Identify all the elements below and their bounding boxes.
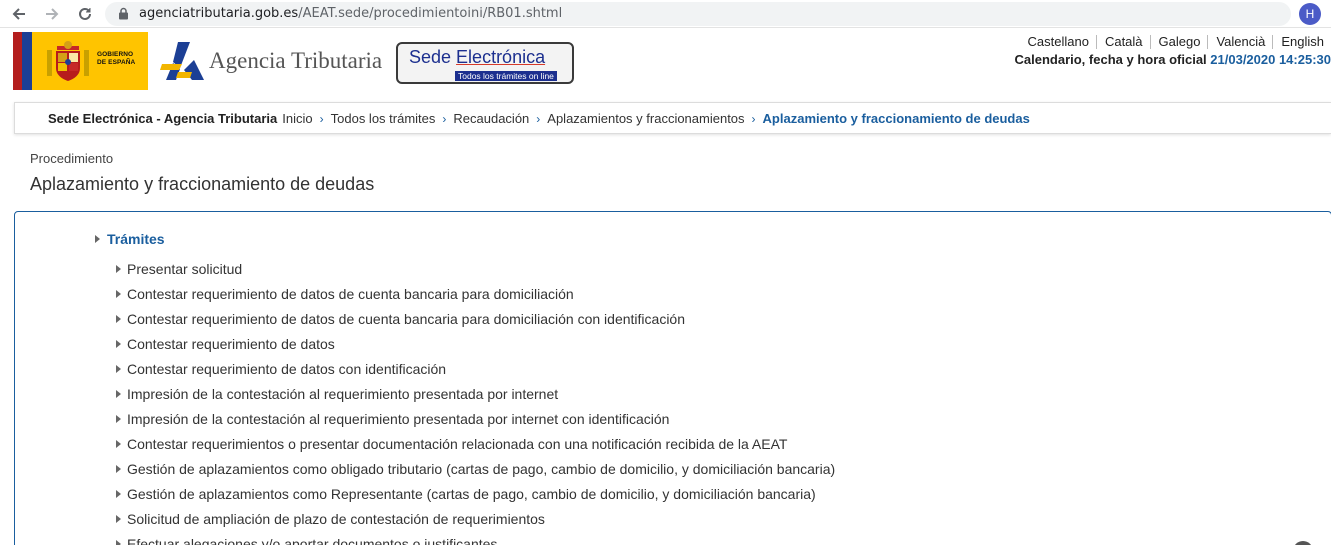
sede-electronica-logo[interactable]: Sede Electrónica Todos los trámites on l… — [396, 42, 574, 84]
tramite-label: Contestar requerimiento de datos con ide… — [127, 360, 447, 377]
profile-avatar[interactable]: H — [1299, 3, 1321, 25]
tramite-label: Contestar requerimiento de datos de cuen… — [127, 285, 574, 302]
breadcrumb: Sede Electrónica - Agencia Tributaria In… — [14, 102, 1331, 134]
agencia-tributaria-logo-icon — [160, 42, 204, 80]
sede-title-word-2: Electrónica — [456, 47, 546, 67]
tramite-label: Contestar requerimientos o presentar doc… — [127, 435, 788, 452]
breadcrumb-inicio[interactable]: Inicio — [282, 111, 312, 126]
tramite-item[interactable]: Contestar requerimiento de datos con ide… — [116, 356, 835, 381]
triangle-right-icon — [116, 364, 121, 373]
triangle-right-icon — [116, 314, 121, 323]
tramite-label: Gestión de aplazamientos como obligado t… — [127, 460, 836, 477]
tramite-label: Impresión de la contestación al requerim… — [127, 410, 670, 427]
gobierno-de-espana-logo[interactable]: GOBIERNO DE ESPAÑA — [13, 32, 148, 90]
tramites-list: Presentar solicitud Contestar requerimie… — [116, 256, 835, 545]
triangle-right-icon — [116, 414, 121, 423]
coat-of-arms-icon — [47, 41, 89, 81]
flag-stripe-blue — [22, 32, 32, 90]
lang-valencia[interactable]: Valencià — [1207, 35, 1272, 49]
forward-arrow-icon — [46, 8, 59, 20]
triangle-right-icon — [116, 464, 121, 473]
gobierno-text: GOBIERNO DE ESPAÑA — [97, 51, 136, 66]
language-selector: Castellano Català Galego Valencià Englis… — [1020, 35, 1331, 49]
url-text: agenciatributaria.gob.es/AEAT.sede/proce… — [139, 6, 562, 21]
triangle-right-icon — [116, 339, 121, 348]
breadcrumb-chevron-icon: › — [319, 111, 324, 126]
lock-icon — [119, 7, 128, 20]
procedure-label: Procedimiento — [30, 151, 114, 166]
triangle-right-icon — [116, 514, 121, 523]
site-header: GOBIERNO DE ESPAÑA Agencia Tributaria Se… — [0, 28, 1331, 94]
breadcrumb-chevron-icon: › — [751, 111, 756, 126]
sede-subtitle: Todos los trámites on line — [455, 71, 557, 81]
tramite-item[interactable]: Impresión de la contestación al requerim… — [116, 406, 835, 431]
tramite-item[interactable]: Impresión de la contestación al requerim… — [116, 381, 835, 406]
tramite-item[interactable]: Contestar requerimiento de datos de cuen… — [116, 306, 835, 331]
tramite-item[interactable]: Presentar solicitud — [116, 256, 835, 281]
sede-title: Sede Electrónica — [409, 47, 545, 68]
agency-name[interactable]: Agencia Tributaria — [209, 48, 382, 74]
lang-castellano[interactable]: Castellano — [1020, 35, 1096, 49]
sede-title-word-1: Sede — [409, 47, 457, 67]
triangle-right-icon — [116, 264, 121, 273]
tramite-item[interactable]: Gestión de aplazamientos como Representa… — [116, 481, 835, 506]
official-datetime: 21/03/2020 14:25:30 — [1210, 52, 1331, 67]
url-path: /AEAT.sede/procedimientoini/RB01.shtml — [298, 6, 563, 21]
url-host: agenciatributaria.gob.es — [139, 6, 299, 21]
breadcrumb-chevron-icon: › — [442, 111, 447, 126]
tramites-panel: Trámites Presentar solicitud Contestar r… — [14, 211, 1331, 545]
tramite-item[interactable]: Gestión de aplazamientos como obligado t… — [116, 456, 835, 481]
lang-galego[interactable]: Galego — [1149, 35, 1208, 49]
tramite-label: Efectuar alegaciones y/o aportar documen… — [127, 535, 498, 545]
back-button[interactable] — [8, 3, 30, 25]
tramite-label: Contestar requerimiento de datos — [127, 335, 335, 352]
tramite-item[interactable]: Contestar requerimientos o presentar doc… — [116, 431, 835, 456]
back-arrow-icon — [12, 8, 25, 20]
triangle-right-icon — [116, 289, 121, 298]
tramite-item[interactable]: Efectuar alegaciones y/o aportar documen… — [116, 531, 835, 545]
reload-button[interactable] — [74, 3, 96, 25]
breadcrumb-chevron-icon: › — [536, 111, 541, 126]
breadcrumb-site: Sede Electrónica - Agencia Tributaria — [48, 111, 278, 126]
tramite-label: Presentar solicitud — [127, 260, 243, 277]
calendar-label: Calendario, fecha y hora oficial — [1014, 52, 1211, 67]
breadcrumb-recaudacion[interactable]: Recaudación — [453, 111, 529, 126]
triangle-right-icon — [116, 489, 121, 498]
triangle-right-icon — [95, 235, 100, 243]
page-title: Aplazamiento y fraccionamiento de deudas — [30, 174, 375, 194]
address-bar[interactable]: agenciatributaria.gob.es/AEAT.sede/proce… — [105, 2, 1291, 26]
tramite-item[interactable]: Solicitud de ampliación de plazo de cont… — [116, 506, 835, 531]
tramite-label: Contestar requerimiento de datos de cuen… — [127, 310, 685, 327]
flag-stripe-red — [13, 32, 22, 90]
browser-toolbar: agenciatributaria.gob.es/AEAT.sede/proce… — [0, 0, 1331, 28]
reload-icon — [79, 7, 91, 20]
tramite-label: Gestión de aplazamientos como Representa… — [127, 485, 816, 502]
tramite-label: Solicitud de ampliación de plazo de cont… — [127, 510, 545, 527]
breadcrumb-current: Aplazamiento y fraccionamiento de deudas — [762, 111, 1030, 126]
lang-english[interactable]: English — [1272, 35, 1331, 49]
triangle-right-icon — [116, 439, 121, 448]
breadcrumb-todos-tramites[interactable]: Todos los trámites — [331, 111, 436, 126]
forward-button[interactable] — [41, 3, 63, 25]
tramites-heading: Trámites — [107, 231, 165, 247]
tramite-label: Impresión de la contestación al requerim… — [127, 385, 559, 402]
triangle-right-icon — [116, 539, 121, 545]
lang-catala[interactable]: Català — [1095, 35, 1150, 49]
breadcrumb-aplazamientos[interactable]: Aplazamientos y fraccionamientos — [547, 111, 744, 126]
triangle-right-icon — [116, 389, 121, 398]
tramites-toggle[interactable]: Trámites — [95, 231, 165, 247]
official-calendar-link[interactable]: Calendario, fecha y hora oficial 21/03/2… — [1015, 52, 1331, 67]
tramite-item[interactable]: Contestar requerimiento de datos de cuen… — [116, 281, 835, 306]
tramite-item[interactable]: Contestar requerimiento de datos — [116, 331, 835, 356]
